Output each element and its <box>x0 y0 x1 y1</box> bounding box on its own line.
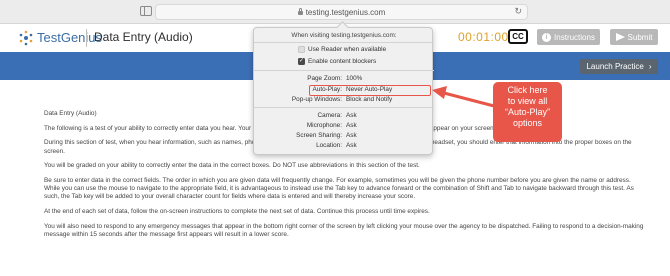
website-settings-popover: When visiting testing.testgenius.com: Us… <box>253 27 434 155</box>
page-zoom-label: Page Zoom: <box>307 75 342 82</box>
content-blockers-label: Enable content blockers <box>308 58 377 65</box>
popup-windows-label: Pop-up Windows: <box>291 96 342 103</box>
closed-captions-icon[interactable]: CC <box>508 29 528 44</box>
instructions-label: Instructions <box>554 32 595 42</box>
callout-line: to view all <box>507 96 548 106</box>
testgenius-logo-icon <box>19 30 33 46</box>
callout-line: Click here <box>507 85 548 95</box>
screen-sharing-select[interactable]: Ask <box>346 132 357 139</box>
content-paragraph: At the end of each set of data, follow t… <box>44 208 430 216</box>
content-paragraph: Be sure to enter data in the correct fie… <box>44 177 634 201</box>
microphone-label: Microphone: <box>306 122 342 129</box>
content-paragraph: You will be graded on your ability to co… <box>44 162 420 170</box>
use-reader-label: Use Reader when available <box>308 46 387 53</box>
camera-label: Camera: <box>317 112 342 119</box>
header-divider <box>86 29 87 47</box>
launch-practice-button[interactable]: Launch Practice › <box>580 59 658 74</box>
popover-title: When visiting testing.testgenius.com: <box>291 32 397 39</box>
use-reader-checkbox[interactable] <box>298 46 305 53</box>
content-paragraph: You will also need to respond to any eme… <box>44 222 644 239</box>
screen-sharing-label: Screen Sharing: <box>296 132 342 139</box>
info-icon: i <box>542 32 552 42</box>
screen: testing.testgenius.com ↻ TestGenius Data… <box>0 0 670 276</box>
callout-line: options <box>512 118 543 128</box>
sidebar-toggle-icon[interactable] <box>140 6 152 16</box>
countdown-timer: 00:01:00 <box>458 30 509 44</box>
browser-toolbar: testing.testgenius.com ↻ <box>0 0 670 24</box>
submit-label: Submit <box>627 32 653 42</box>
camera-select[interactable]: Ask <box>346 112 357 119</box>
url-text: testing.testgenius.com <box>305 7 386 17</box>
submit-button[interactable]: Submit <box>610 29 658 45</box>
address-bar[interactable]: testing.testgenius.com ↻ <box>155 4 528 20</box>
lock-icon <box>297 8 303 15</box>
reload-icon[interactable]: ↻ <box>514 6 522 17</box>
location-label: Location: <box>316 142 342 149</box>
instructions-button[interactable]: i Instructions <box>537 29 600 45</box>
location-select[interactable]: Ask <box>346 142 357 149</box>
annotation-callout: Click here to view all “Auto-Play” optio… <box>493 82 562 142</box>
cc-label: CC <box>512 32 524 41</box>
content-blockers-checkbox[interactable]: ✓ <box>298 58 305 65</box>
brand-name: TestGenius <box>37 30 103 45</box>
popover-divider <box>254 107 434 108</box>
popover-divider <box>254 70 434 71</box>
send-icon <box>615 33 625 41</box>
chevron-right-icon: › <box>648 62 652 71</box>
microphone-select[interactable]: Ask <box>346 122 357 129</box>
auto-play-highlight <box>309 85 431 96</box>
launch-practice-label: Launch Practice <box>586 62 644 71</box>
callout-line: “Auto-Play” <box>504 107 550 117</box>
page-title: Data Entry (Audio) <box>94 30 193 44</box>
popover-divider <box>254 42 434 43</box>
popup-windows-select[interactable]: Block and Notify <box>346 96 392 103</box>
page-zoom-select[interactable]: 100% <box>346 75 362 82</box>
